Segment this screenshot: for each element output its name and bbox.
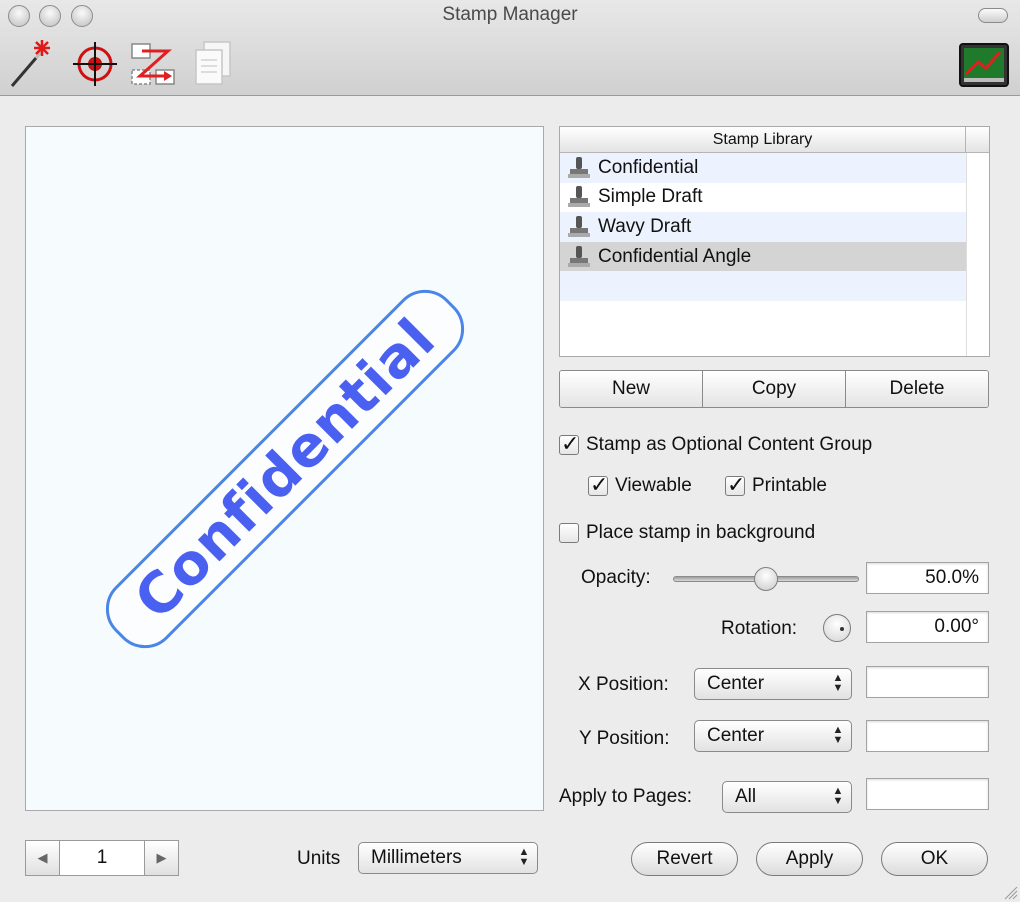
- list-item-label: Confidential: [598, 156, 699, 178]
- stamp-manager-window: Stamp Manager Confidential Stamp Library…: [0, 0, 1020, 902]
- list-item[interactable]: Wavy Draft: [560, 212, 966, 242]
- y-position-field[interactable]: [866, 720, 989, 752]
- popup-value: All: [735, 786, 757, 807]
- x-position-field[interactable]: [866, 666, 989, 698]
- library-rows: Confidential Simple Draft Wavy Draft Con…: [560, 153, 966, 331]
- chart-icon[interactable]: [958, 42, 1010, 88]
- optional-content-group-checkbox[interactable]: Stamp as Optional Content Group: [559, 431, 873, 457]
- list-item-label: Wavy Draft: [598, 215, 692, 237]
- stamp-icon: [568, 156, 590, 178]
- popup-arrows-icon: ▲ ▼: [832, 785, 844, 807]
- window-title: Stamp Manager: [442, 4, 578, 25]
- empty-row: [560, 300, 966, 331]
- page-number-field[interactable]: 1: [59, 841, 145, 875]
- list-item-selected[interactable]: Confidential Angle: [560, 241, 966, 272]
- popup-arrows-icon: ▲ ▼: [832, 724, 844, 746]
- stamp-text: Confidential: [121, 305, 448, 632]
- stamp-library-header[interactable]: Stamp Library: [560, 127, 966, 153]
- popup-arrows-icon: ▲ ▼: [518, 846, 530, 868]
- apply-to-pages-popup[interactable]: All ▲ ▼: [722, 781, 852, 813]
- library-actions: New Copy Delete: [559, 370, 989, 408]
- opacity-label: Opacity:: [581, 567, 651, 588]
- list-item-label: Confidential Angle: [598, 245, 752, 267]
- new-button[interactable]: New: [560, 371, 703, 407]
- list-item[interactable]: Confidential: [560, 153, 966, 183]
- stamp-preview: Confidential: [25, 126, 544, 811]
- target-icon[interactable]: [70, 38, 120, 90]
- opacity-field[interactable]: 50.0%: [866, 562, 989, 594]
- viewable-checkbox[interactable]: Viewable: [588, 472, 692, 498]
- units-label: Units: [297, 848, 341, 869]
- x-position-label: X Position:: [578, 674, 669, 695]
- apply-to-pages-label: Apply to Pages:: [559, 786, 693, 807]
- revert-button[interactable]: Revert: [631, 842, 738, 876]
- empty-row: [560, 271, 966, 301]
- units-popup[interactable]: Millimeters ▲ ▼: [358, 842, 538, 874]
- triangle-right-icon: ▶: [156, 850, 167, 865]
- popup-arrows-icon: ▲ ▼: [832, 672, 844, 694]
- list-item-label: Simple Draft: [598, 186, 703, 208]
- opacity-slider-knob[interactable]: [754, 567, 778, 591]
- title-bar: Stamp Manager: [0, 0, 1020, 96]
- checkbox-label: Stamp as Optional Content Group: [586, 434, 873, 455]
- popup-value: Center: [707, 725, 765, 746]
- ok-button[interactable]: OK: [881, 842, 988, 876]
- rotation-field[interactable]: 0.00°: [866, 611, 989, 643]
- triangle-left-icon: ◀: [37, 850, 48, 865]
- copy-page-icon[interactable]: [190, 38, 240, 90]
- page-stepper: ◀ 1 ▶: [25, 840, 179, 876]
- wand-icon[interactable]: [8, 38, 58, 90]
- stamp-icon: [568, 186, 590, 208]
- x-position-popup[interactable]: Center ▲ ▼: [694, 668, 852, 700]
- apply-to-pages-field[interactable]: [866, 778, 989, 810]
- previous-page-button[interactable]: ◀: [26, 841, 59, 875]
- checkbox-label: Place stamp in background: [586, 522, 816, 543]
- rotation-dial[interactable]: [823, 614, 851, 642]
- printable-checkbox[interactable]: Printable: [725, 472, 827, 498]
- checkbox-box[interactable]: [559, 523, 579, 543]
- rotation-label: Rotation:: [721, 618, 798, 639]
- y-position-popup[interactable]: Center ▲ ▼: [694, 720, 852, 752]
- checkbox-box[interactable]: [725, 472, 745, 498]
- delete-button[interactable]: Delete: [846, 371, 988, 407]
- library-scrollbar[interactable]: [966, 153, 989, 356]
- checkbox-box[interactable]: [559, 431, 579, 457]
- apply-button[interactable]: Apply: [756, 842, 863, 876]
- stamp-graphic: Confidential: [92, 276, 477, 661]
- checkbox-label: Printable: [752, 475, 827, 496]
- move-icon[interactable]: [128, 38, 178, 90]
- stamp-icon: [568, 245, 590, 267]
- stamp-icon: [568, 215, 590, 237]
- checkbox-label: Viewable: [615, 475, 692, 496]
- toolbar-toggle-button[interactable]: [978, 8, 1008, 23]
- stamp-library-list[interactable]: Stamp Library Confidential Simple Draft …: [559, 126, 990, 357]
- next-page-button[interactable]: ▶: [145, 841, 178, 875]
- popup-value: Millimeters: [371, 847, 462, 868]
- background-checkbox[interactable]: Place stamp in background: [559, 522, 815, 544]
- resize-grip-icon[interactable]: [1004, 886, 1018, 900]
- list-item[interactable]: Simple Draft: [560, 182, 966, 213]
- checkbox-box[interactable]: [588, 472, 608, 498]
- y-position-label: Y Position:: [579, 728, 670, 749]
- header-corner: [966, 127, 989, 153]
- copy-button[interactable]: Copy: [703, 371, 846, 407]
- popup-value: Center: [707, 673, 765, 694]
